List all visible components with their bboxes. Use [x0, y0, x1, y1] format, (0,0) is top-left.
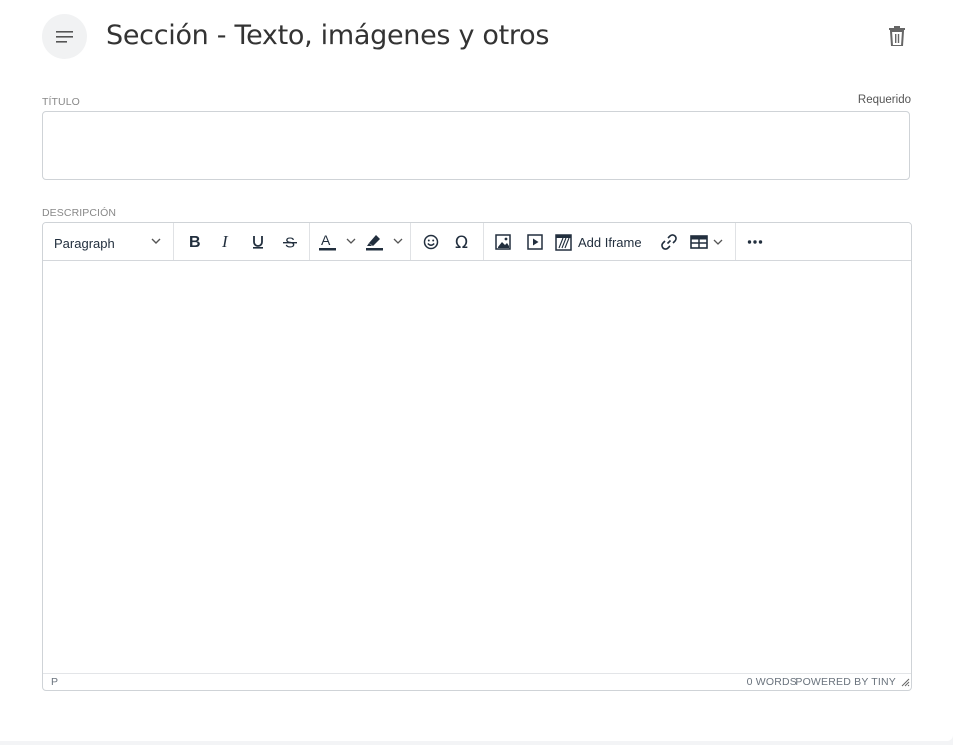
insert-link-button[interactable]: [657, 228, 681, 256]
editor-toolbar: Paragraph B I S A Ω Add Iframe: [43, 223, 911, 261]
more-icon: [747, 240, 763, 244]
link-icon: [661, 234, 677, 250]
text-color-icon: A: [319, 232, 356, 251]
description-label: DESCRIPCIÓN: [42, 207, 117, 219]
required-label: Requerido: [857, 94, 911, 106]
bold-icon: B: [189, 234, 201, 250]
editor-content-area[interactable]: [43, 261, 911, 673]
italic-icon: I: [221, 234, 229, 250]
bold-button[interactable]: B: [182, 228, 206, 256]
table-icon: [690, 235, 723, 249]
section-card: Sección - Texto, imágenes y otros TÍTULO…: [0, 0, 953, 741]
omega-icon: Ω: [455, 234, 468, 250]
insert-media-button[interactable]: [523, 228, 547, 256]
add-iframe-button[interactable]: Add Iframe: [555, 228, 649, 256]
strikethrough-button[interactable]: S: [278, 228, 302, 256]
emoji-icon: [423, 234, 439, 250]
media-icon: [527, 234, 543, 250]
page-title: Sección - Texto, imágenes y otros: [106, 20, 550, 51]
table-button[interactable]: [689, 228, 729, 256]
italic-button[interactable]: I: [214, 228, 238, 256]
add-iframe-label: Add Iframe: [578, 234, 642, 250]
text-color-button[interactable]: A: [317, 228, 361, 256]
title-label: TÍTULO: [42, 96, 80, 108]
editor-statusbar: P 0 WORDS POWERED BY TINY: [43, 673, 911, 690]
rich-text-editor: Paragraph B I S A Ω Add Iframe P 0 WORDS…: [42, 222, 912, 691]
block-format-select[interactable]: Paragraph: [43, 228, 173, 256]
title-input[interactable]: [42, 111, 910, 180]
iframe-icon: [555, 233, 572, 251]
strikethrough-icon: S: [283, 235, 297, 250]
insert-image-button[interactable]: [491, 228, 515, 256]
svg-text:A: A: [321, 232, 331, 248]
underline-icon: [253, 236, 263, 249]
subject-lines-icon[interactable]: [42, 14, 87, 59]
trash-icon[interactable]: [884, 24, 910, 48]
image-icon: [495, 234, 511, 250]
highlight-color-button[interactable]: [363, 228, 409, 256]
resize-handle-icon[interactable]: [901, 678, 910, 687]
powered-by-link[interactable]: POWERED BY TINY: [795, 676, 896, 688]
special-character-button[interactable]: Ω: [451, 228, 475, 256]
svg-text:B: B: [189, 234, 201, 250]
svg-text:I: I: [221, 234, 229, 250]
block-format-label: Paragraph: [54, 236, 115, 251]
element-path[interactable]: P: [51, 676, 58, 688]
highlight-icon: [366, 235, 403, 251]
underline-button[interactable]: [246, 228, 270, 256]
emoji-button[interactable]: [419, 228, 443, 256]
chevron-down-icon: [151, 238, 161, 244]
word-count[interactable]: 0 WORDS: [747, 676, 797, 688]
svg-text:Ω: Ω: [455, 234, 468, 250]
more-button[interactable]: [743, 228, 767, 256]
